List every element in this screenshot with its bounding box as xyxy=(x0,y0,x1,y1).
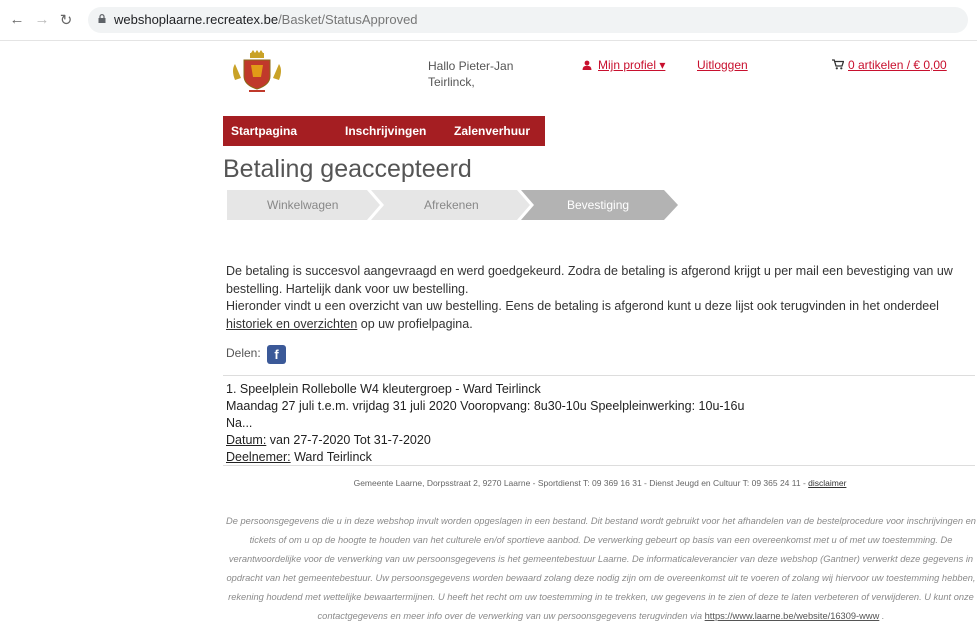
footer-contact: Gemeente Laarne, Dorpsstraat 2, 9270 Laa… xyxy=(353,478,847,488)
facebook-icon[interactable]: f xyxy=(267,345,286,364)
main-menu: Startpagina Inschrijvingen Zalenverhuur xyxy=(223,116,545,146)
back-arrow-icon[interactable]: ← xyxy=(8,11,26,28)
coat-of-arms-logo[interactable] xyxy=(229,50,285,94)
order-item-description: Maandag 27 juli t.e.m. vrijdag 31 juli 2… xyxy=(226,399,745,430)
reload-icon[interactable]: ↻ xyxy=(57,11,75,29)
disclaimer-link[interactable]: disclaimer xyxy=(808,478,846,488)
privacy-link[interactable]: https://www.laarne.be/website/16309-www xyxy=(705,611,880,621)
step-afrekenen: Afrekenen xyxy=(424,198,479,212)
user-icon xyxy=(582,60,592,70)
address-bar[interactable]: webshoplaarne.recreatex.be/Basket/Status… xyxy=(88,7,968,33)
step-winkelwagen: Winkelwagen xyxy=(267,198,339,212)
lock-icon xyxy=(98,14,106,23)
history-overview-link[interactable]: historiek en overzichten xyxy=(226,317,357,331)
step-bevestiging: Bevestiging xyxy=(567,198,630,212)
privacy-notice: De persoonsgegevens die u in deze websho… xyxy=(226,516,976,621)
cart-icon xyxy=(832,59,845,70)
menu-item-startpagina[interactable]: Startpagina xyxy=(231,124,297,138)
page-title: Betaling geaccepteerd xyxy=(223,155,472,183)
order-item-title: 1. Speelplein Rollebolle W4 kleutergroep… xyxy=(226,382,541,396)
divider xyxy=(223,465,975,466)
url-text: webshoplaarne.recreatex.be/Basket/Status… xyxy=(114,12,418,27)
divider xyxy=(223,375,975,376)
order-item: 1. Speelplein Rollebolle W4 kleutergroep… xyxy=(226,381,746,466)
order-item-date: Datum: van 27-7-2020 Tot 31-7-2020 xyxy=(226,433,431,447)
greeting-text: Hallo Pieter-Jan Teirlinck, xyxy=(428,59,514,89)
menu-item-zalenverhuur[interactable]: Zalenverhuur xyxy=(454,124,530,138)
browser-toolbar: ← → ↻ webshoplaarne.recreatex.be/Basket/… xyxy=(0,0,977,41)
logout-link[interactable]: Uitloggen xyxy=(697,58,748,72)
forward-arrow-icon[interactable]: → xyxy=(33,11,51,28)
profile-menu-link[interactable]: Mijn profiel ▾ xyxy=(582,58,665,72)
confirmation-message: De betaling is succesvol aangevraagd en … xyxy=(226,264,953,331)
cart-link[interactable]: 0 artikelen / € 0,00 xyxy=(832,58,947,72)
order-item-participant: Deelnemer: Ward Teirlinck xyxy=(226,450,372,464)
share-label: Delen: xyxy=(226,346,261,360)
menu-item-inschrijvingen[interactable]: Inschrijvingen xyxy=(345,124,426,138)
